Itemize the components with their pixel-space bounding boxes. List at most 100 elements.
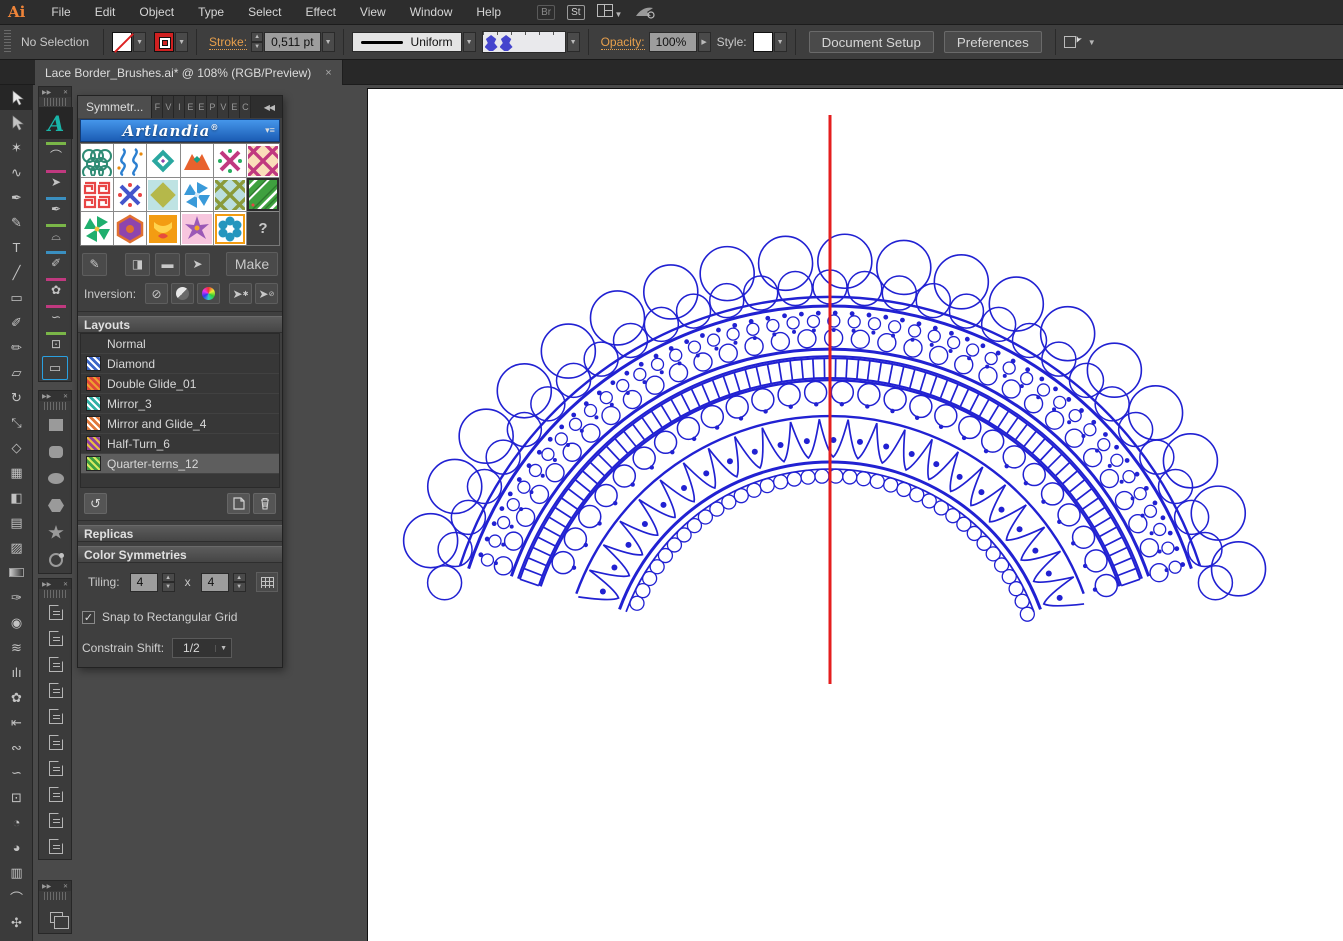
transform-preset-5[interactable] [39,703,73,729]
swatch-zigzag-pattern[interactable] [181,144,213,177]
profile-caret[interactable]: ▼ [463,32,476,52]
tool-perspective-grid[interactable]: ▤ [0,510,33,535]
new-layout-button[interactable] [227,493,250,514]
leaf-tool[interactable]: ✐ [39,247,73,274]
star-shape-tool[interactable] [39,519,73,546]
tool-symbol-sprayer[interactable]: ≋ [0,635,33,660]
dock-header[interactable]: ▶▶ ✕ [39,87,71,97]
tiling-y-input[interactable]: 4 [201,573,229,592]
dock-header[interactable]: ▶▶ ✕ [39,391,71,401]
dock-collapse-icon[interactable]: ▶▶ [42,393,51,400]
menu-select[interactable]: Select [236,0,293,25]
tile-frame-tool[interactable]: ▭ [42,356,68,380]
document-tab[interactable]: Lace Border_Brushes.ai* @ 108% (RGB/Prev… [35,60,343,85]
menu-type[interactable]: Type [186,0,236,25]
swatch-olive-diamond-pattern[interactable] [147,178,179,211]
menu-file[interactable]: File [39,0,82,25]
transform-preset-9[interactable] [39,807,73,833]
transform-preset-6[interactable] [39,729,73,755]
panel-menu-icon[interactable]: ▾≡ [261,125,279,136]
opacity-caret[interactable]: ▶ [698,32,711,52]
dock-close-icon[interactable]: ✕ [63,393,68,400]
tool-curvature[interactable]: ✎ [0,210,33,235]
stroke-color-swatch[interactable] [154,32,174,52]
menu-window[interactable]: Window [398,0,465,25]
transform-preset-8[interactable] [39,781,73,807]
collapsed-tab-9[interactable]: C [240,96,251,118]
dock-grip[interactable] [44,98,66,106]
swatch-diamond-lattice-pattern[interactable] [247,144,279,177]
cursor-disable-button[interactable]: ➤⊘ [255,283,278,304]
tab-close-icon[interactable]: × [325,67,331,79]
opacity-panel-link[interactable]: Opacity: [601,35,645,50]
tiling-grid-button[interactable] [256,572,278,592]
layout-item-half-turn-6[interactable]: Half-Turn_6 [81,434,279,454]
collapsed-tab-6[interactable]: P [207,96,218,118]
swatch-swirl-pattern[interactable] [114,144,146,177]
symmetry-select-tool[interactable]: ➤ [39,166,73,193]
tool-arc-tool[interactable]: ⌒ [0,885,33,910]
layout-item-double-glide-01[interactable]: Double Glide_01 [81,374,279,394]
collapsed-tab-3[interactable]: I [174,96,185,118]
tool-direct-selection[interactable] [0,110,33,135]
bridge-button[interactable]: Br [537,5,555,20]
anchor-frame-tool[interactable]: ⊡ [39,328,73,355]
tool-flower[interactable]: ✿ [0,685,33,710]
tool-free-transform[interactable]: ▦ [0,460,33,485]
path-tool-button[interactable]: ✎ [82,253,107,276]
reset-layout-button[interactable]: ↺ [84,493,107,514]
collapsed-tab-4[interactable]: E [185,96,196,118]
menu-effect[interactable]: Effect [293,0,347,25]
swatch-teal-diamond-pattern[interactable] [147,144,179,177]
tool-width[interactable]: ◇ [0,435,33,460]
tool-type[interactable]: T [0,235,33,260]
tool-rotate[interactable]: ↻ [0,385,33,410]
transform-preset-4[interactable] [39,677,73,703]
layout-item-mirror-and-glide-4[interactable]: Mirror and Glide_4 [81,414,279,434]
workspace-switcher[interactable]: ▼ [597,4,623,20]
swatch-green-pinwheel-pattern[interactable] [81,212,113,245]
ellipse-shape-tool[interactable] [39,465,73,492]
stroke-weight-caret[interactable]: ▼ [322,32,335,52]
tool-mesh[interactable]: ▨ [0,535,33,560]
swatch-scales-pattern[interactable] [81,144,113,177]
swatch-teal-flower-pattern[interactable] [214,212,246,245]
dock-grip[interactable] [44,402,66,410]
tool-selection[interactable] [0,85,33,110]
rectangle-source-button[interactable]: ▬ [155,253,180,276]
dock-close-icon[interactable]: ✕ [63,883,68,890]
dock-grip[interactable] [44,590,66,598]
tool-eyedropper[interactable]: ✑ [0,585,33,610]
color-symmetries-section-header[interactable]: Color Symmetries [78,546,282,563]
knife-tool[interactable]: ✒ [39,193,73,220]
collapsed-tab-8[interactable]: E [229,96,240,118]
tool-column-graph[interactable]: ılı [0,660,33,685]
variable-width-profile[interactable]: Uniform [352,32,462,52]
tool-pencil[interactable]: ✏ [0,335,33,360]
fill-color-swatch[interactable] [112,32,132,52]
tool-lasso[interactable]: ∿ [0,160,33,185]
collapsed-tab-7[interactable]: V [218,96,229,118]
document-setup-button[interactable]: Document Setup [809,31,934,53]
dock-collapse-icon[interactable]: ▶▶ [42,89,51,96]
tool-rectangle[interactable]: ▭ [0,285,33,310]
tool-rotate-view-dial[interactable]: ◔ [0,810,33,835]
transform-preset-7[interactable] [39,755,73,781]
rounded-rect-shape-tool[interactable] [39,438,73,465]
tool-slice[interactable]: ⇤ [0,710,33,735]
layout-item-diamond[interactable]: Diamond [81,354,279,374]
dock-close-icon[interactable]: ✕ [63,89,68,96]
tiling-y-stepper[interactable]: ▲▼ [233,573,246,592]
menu-view[interactable]: View [348,0,398,25]
transform-preset-3[interactable] [39,651,73,677]
symmetry-curve-tool[interactable]: ⌒ [39,139,73,166]
collapse-panel-icon[interactable]: ◀◀ [256,96,282,118]
tool-shape-builder[interactable]: ◧ [0,485,33,510]
align-options-icon[interactable] [1064,36,1080,48]
graphic-style-swatch[interactable] [753,32,773,52]
shapes-source-button[interactable]: ◨ [125,253,150,276]
brush-caret[interactable]: ▼ [567,32,580,52]
snap-checkbox[interactable]: ✓ [82,611,95,624]
stroke-dropdown-caret[interactable]: ▼ [175,32,188,52]
brush-definition-preview[interactable] [482,31,566,53]
